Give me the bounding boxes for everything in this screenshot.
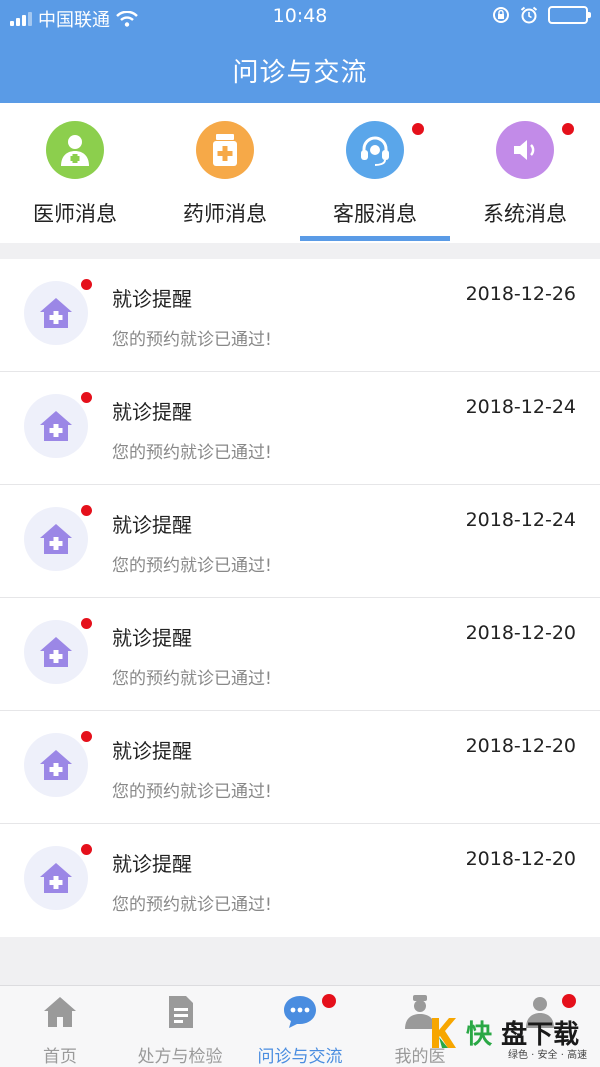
app-header: 中国联通 10:48 问诊与交流: [0, 0, 600, 103]
alarm-icon: [520, 6, 538, 24]
message-title: 就诊提醒: [112, 287, 192, 311]
tab-label: 系统消息: [483, 202, 567, 226]
site-watermark: 快 盘下载 绿色 · 安全 · 高速: [430, 1012, 598, 1064]
message-date: 2018-12-24: [465, 396, 576, 418]
watermark-tagline: 绿色 · 安全 · 高速: [508, 1050, 588, 1061]
tab-doctor-messages[interactable]: 医师消息: [0, 103, 150, 243]
clinic-house-icon: [40, 298, 72, 328]
tab-label: 医师消息: [33, 202, 117, 226]
active-tab-indicator: [300, 236, 450, 241]
tab-home[interactable]: 首页: [0, 986, 120, 1067]
clinic-house-icon: [40, 637, 72, 667]
message-list: 就诊提醒 2018-12-26 您的预约就诊已通过! 就诊提醒 2018-12-…: [0, 259, 600, 937]
message-item[interactable]: 就诊提醒 2018-12-24 您的预约就诊已通过!: [0, 372, 600, 485]
unread-badge: [322, 994, 336, 1008]
message-title: 就诊提醒: [112, 513, 192, 537]
message-avatar: [24, 733, 88, 797]
page-title: 问诊与交流: [232, 58, 368, 88]
message-body: 您的预约就诊已通过!: [112, 330, 272, 350]
message-avatar: [24, 507, 88, 571]
message-avatar: [24, 620, 88, 684]
tab-service-messages[interactable]: 客服消息: [300, 103, 450, 243]
status-right: [492, 6, 591, 24]
watermark-logo-icon: [432, 1018, 456, 1048]
unread-badge: [412, 123, 424, 135]
unread-dot: [81, 731, 92, 742]
message-title: 就诊提醒: [112, 852, 192, 876]
message-avatar: [24, 394, 88, 458]
tab-system-messages[interactable]: 系统消息: [450, 103, 600, 243]
unread-dot: [81, 505, 92, 516]
message-category-tabs: 医师消息 药师消息 客服消息 系统消息: [0, 103, 600, 243]
unread-dot: [81, 618, 92, 629]
headset-icon: [346, 121, 404, 179]
message-date: 2018-12-24: [465, 509, 576, 531]
message-date: 2018-12-20: [465, 735, 576, 757]
unread-badge: [562, 994, 576, 1008]
tab-label: 首页: [43, 1047, 77, 1067]
message-item[interactable]: 就诊提醒 2018-12-20 您的预约就诊已通过!: [0, 824, 600, 937]
message-body: 您的预约就诊已通过!: [112, 556, 272, 576]
message-date: 2018-12-20: [465, 622, 576, 644]
message-title: 就诊提醒: [112, 626, 192, 650]
message-item[interactable]: 就诊提醒 2018-12-24 您的预约就诊已通过!: [0, 485, 600, 598]
doctor-icon: [46, 121, 104, 179]
prescription-icon: [169, 996, 193, 1028]
clinic-house-icon: [40, 750, 72, 780]
rotation-lock-icon: [493, 7, 509, 23]
message-body: 您的预约就诊已通过!: [112, 669, 272, 689]
tab-label: 问诊与交流: [257, 1047, 343, 1067]
clinic-house-icon: [40, 524, 72, 554]
status-bar: 中国联通 10:48: [0, 0, 600, 34]
message-body: 您的预约就诊已通过!: [112, 782, 272, 802]
tab-label: 客服消息: [333, 202, 417, 226]
message-title: 就诊提醒: [112, 739, 192, 763]
medicine-icon: [196, 121, 254, 179]
unread-dot: [81, 392, 92, 403]
tab-prescription[interactable]: 处方与检验: [120, 986, 240, 1067]
home-icon: [44, 997, 76, 1027]
tab-label: 处方与检验: [137, 1047, 223, 1067]
message-item[interactable]: 就诊提醒 2018-12-20 您的预约就诊已通过!: [0, 598, 600, 711]
message-body: 您的预约就诊已通过!: [112, 895, 272, 915]
tab-consultation[interactable]: 问诊与交流: [240, 986, 360, 1067]
message-date: 2018-12-20: [465, 848, 576, 870]
tab-label: 药师消息: [183, 202, 267, 226]
unread-dot: [81, 279, 92, 290]
message-body: 您的预约就诊已通过!: [112, 443, 272, 463]
message-item[interactable]: 就诊提醒 2018-12-26 您的预约就诊已通过!: [0, 259, 600, 372]
message-title: 就诊提醒: [112, 400, 192, 424]
clinic-house-icon: [40, 411, 72, 441]
tab-pharmacist-messages[interactable]: 药师消息: [150, 103, 300, 243]
unread-dot: [81, 844, 92, 855]
message-avatar: [24, 281, 88, 345]
chat-icon: [284, 996, 316, 1028]
message-avatar: [24, 846, 88, 910]
clinic-house-icon: [40, 863, 72, 893]
speaker-icon: [496, 121, 554, 179]
message-item[interactable]: 就诊提醒 2018-12-20 您的预约就诊已通过!: [0, 711, 600, 824]
battery-icon: [548, 6, 591, 24]
message-date: 2018-12-26: [465, 283, 576, 305]
unread-badge: [562, 123, 574, 135]
